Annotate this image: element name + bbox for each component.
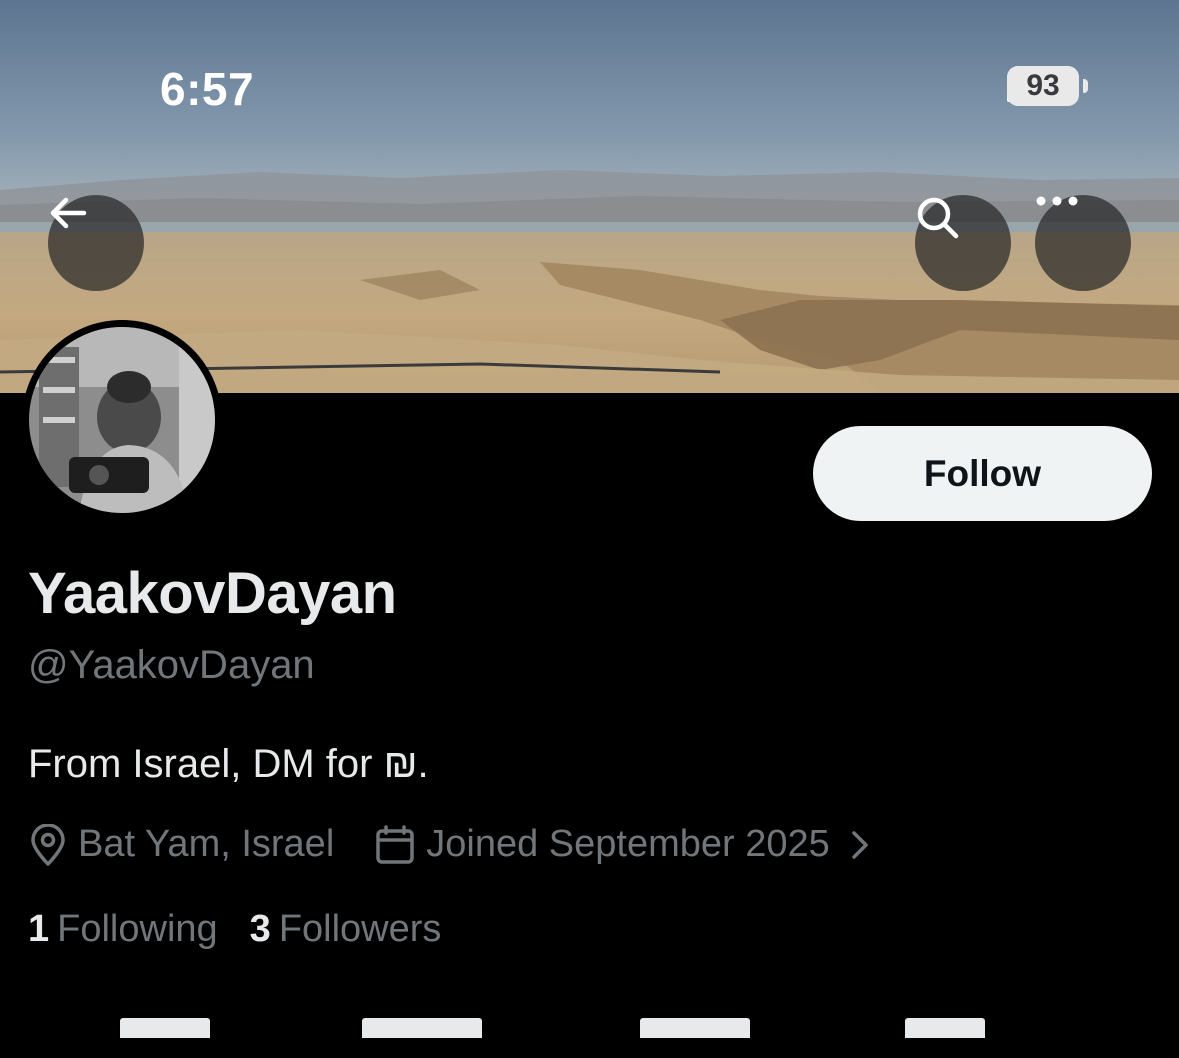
followers-label: Followers <box>278 908 442 950</box>
join-date[interactable]: Joined September 2025 <box>374 823 872 866</box>
more-options-button[interactable] <box>1035 195 1131 291</box>
more-horizontal-icon <box>1036 196 1078 206</box>
followers-count: 3 <box>249 908 271 950</box>
user-handle: @YaakovDayan <box>28 643 315 687</box>
display-name: YaakovDayan <box>28 561 397 626</box>
following-label: Following <box>57 908 218 950</box>
chevron-right-icon <box>852 830 868 859</box>
banner-image <box>0 0 1179 393</box>
back-button[interactable] <box>48 195 144 291</box>
followers-link[interactable]: 3 Followers <box>250 908 442 951</box>
search-button[interactable] <box>915 195 1011 291</box>
location: Bat Yam, Israel <box>28 823 334 866</box>
profile-meta: Bat Yam, Israel Joined September 2025 <box>28 823 872 866</box>
battery-indicator: 93 <box>1007 66 1088 106</box>
join-date-text: Joined September 2025 <box>426 823 830 865</box>
avatar-image <box>29 327 215 513</box>
tab-photos[interactable] <box>905 1018 985 1038</box>
following-link[interactable]: 1 Following <box>28 908 218 951</box>
search-icon <box>917 197 959 239</box>
profile-banner[interactable]: 6:57 93 <box>0 0 1179 393</box>
arrow-left-icon <box>50 197 87 229</box>
tab-posts[interactable] <box>120 1018 210 1038</box>
status-time: 6:57 <box>160 63 255 115</box>
follow-button[interactable]: Follow <box>813 426 1152 521</box>
following-count: 1 <box>28 908 50 950</box>
status-icons: 93 <box>1007 66 1088 106</box>
battery-level: 93 <box>1026 69 1060 102</box>
avatar[interactable] <box>22 320 222 520</box>
profile-tabs <box>0 1018 1179 1058</box>
bio: From Israel, DM for ₪. <box>28 742 429 786</box>
location-pin-icon <box>31 823 65 866</box>
tab-videos[interactable] <box>640 1018 750 1038</box>
calendar-icon <box>376 824 415 864</box>
follow-stats: 1 Following 3 Followers <box>28 908 473 951</box>
location-text: Bat Yam, Israel <box>78 823 335 865</box>
tab-replies[interactable] <box>362 1018 482 1038</box>
